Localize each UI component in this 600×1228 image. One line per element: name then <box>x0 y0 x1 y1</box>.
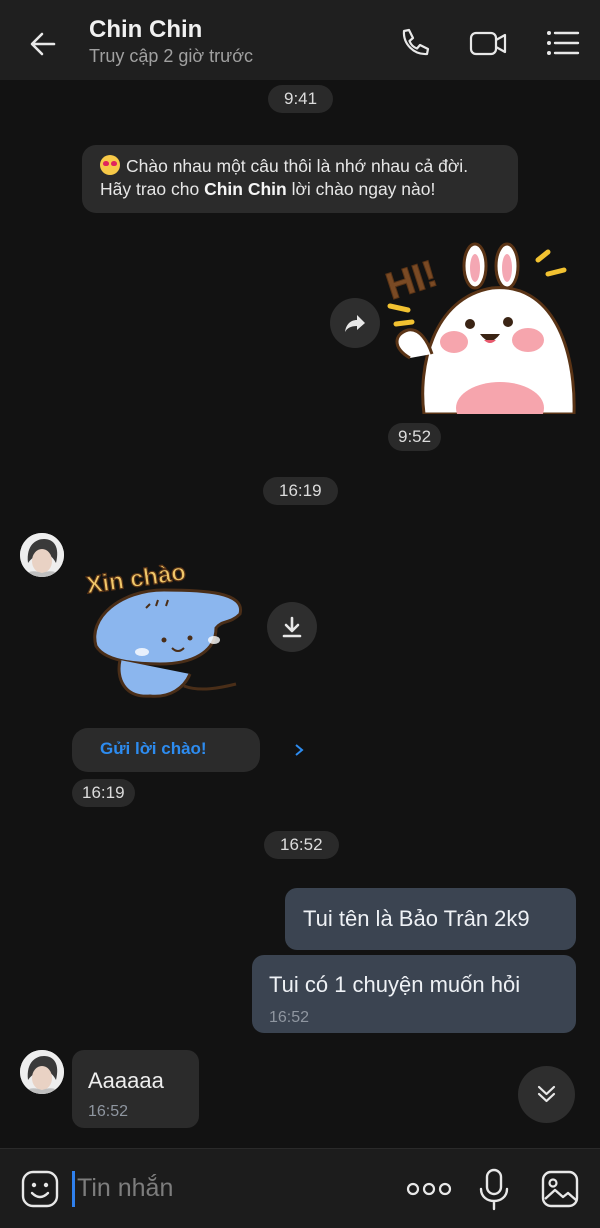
contact-avatar[interactable] <box>20 1050 64 1094</box>
timestamp-divider: 16:52 <box>264 831 339 859</box>
message-time: 16:52 <box>269 1009 310 1026</box>
back-arrow-icon[interactable] <box>24 24 64 64</box>
text-caret <box>72 1171 75 1207</box>
contact-name[interactable]: Chin Chin <box>89 16 202 44</box>
sticker-icon[interactable] <box>20 1169 60 1209</box>
menu-list-icon[interactable] <box>542 23 582 63</box>
more-icon[interactable] <box>406 1177 452 1201</box>
image-icon[interactable] <box>540 1169 580 1209</box>
contact-avatar[interactable] <box>20 533 64 577</box>
message-time: 16:19 <box>72 779 135 807</box>
double-chevron-down-icon <box>537 1085 556 1103</box>
phone-icon[interactable] <box>394 23 434 63</box>
chat-header: Chin Chin Truy cập 2 giờ trước <box>0 0 600 80</box>
timestamp-divider: 16:19 <box>263 477 338 505</box>
sticker-caption: HI! <box>381 253 442 309</box>
sent-sticker-bunny[interactable]: HI! <box>380 238 580 434</box>
video-call-icon[interactable] <box>468 23 508 63</box>
message-text: Tui tên là Bảo Trân 2k9 <box>303 906 530 931</box>
share-arrow-icon <box>345 315 365 332</box>
contact-status: Truy cập 2 giờ trước <box>89 46 254 66</box>
microphone-icon[interactable] <box>478 1167 510 1211</box>
send-greeting-label: Gửi lời chào! <box>100 739 207 758</box>
message-time: 16:52 <box>88 1103 129 1120</box>
scroll-to-bottom-button[interactable] <box>518 1066 575 1123</box>
incoming-message[interactable]: Aaaaaa 16:52 <box>72 1050 199 1128</box>
forward-button[interactable] <box>330 298 380 348</box>
message-time: 9:52 <box>388 423 442 451</box>
message-composer: Tin nhắn <box>0 1148 600 1228</box>
message-text: Aaaaaa <box>88 1068 164 1093</box>
heart-eyes-emoji-icon <box>100 155 120 175</box>
system-greeting-message: Chào nhau một câu thôi là nhớ nhau cả đờ… <box>82 145 518 213</box>
outgoing-message[interactable]: Tui có 1 chuyện muốn hỏi 16:52 <box>252 955 576 1033</box>
received-sticker-cat[interactable]: Xin chào <box>80 548 250 708</box>
contact-name-mention: Chin Chin <box>204 179 287 199</box>
message-text: Tui có 1 chuyện muốn hỏi <box>269 972 521 997</box>
download-button[interactable] <box>267 602 317 652</box>
send-greeting-button[interactable]: Gửi lời chào! <box>72 728 304 772</box>
download-icon <box>282 616 302 638</box>
chevron-right-icon <box>295 744 304 756</box>
timestamp-divider: 9:41 <box>268 85 334 113</box>
outgoing-message[interactable]: Tui tên là Bảo Trân 2k9 <box>285 888 576 950</box>
message-input[interactable]: Tin nhắn <box>77 1174 173 1203</box>
